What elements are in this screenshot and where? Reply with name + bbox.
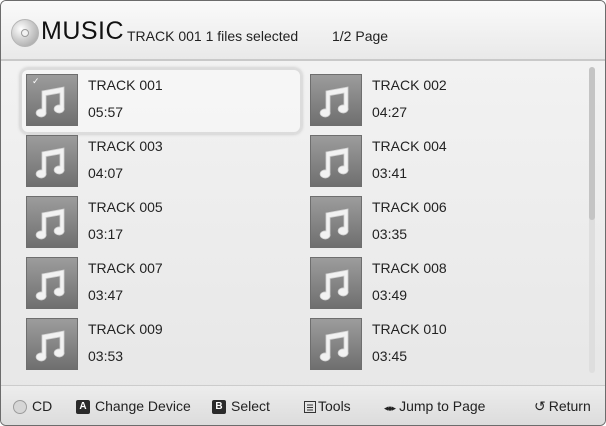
jump-to-page-button[interactable]: ◂◂▸▸ Jump to Page <box>384 398 485 414</box>
music-note-icon: ✓ <box>26 74 78 126</box>
header-bar: MUSIC TRACK 001 1 files selected 1/2 Pag… <box>1 1 605 59</box>
music-note-icon <box>310 196 362 248</box>
scrollbar-thumb[interactable] <box>589 67 595 220</box>
music-browser-screen: MUSIC TRACK 001 1 files selected 1/2 Pag… <box>0 0 606 426</box>
page-indicator: 1/2 Page <box>332 28 389 44</box>
track-duration: 04:27 <box>372 104 408 120</box>
music-note-icon <box>26 135 78 187</box>
track-name: TRACK 009 <box>88 321 163 337</box>
track-item[interactable]: TRACK 009 03:53 <box>26 318 294 376</box>
selection-status: TRACK 001 1 files selected <box>127 28 299 44</box>
track-item[interactable]: ✓ TRACK 001 05:57 <box>20 68 302 134</box>
select-button[interactable]: B Select <box>212 398 270 415</box>
track-item[interactable]: TRACK 003 04:07 <box>26 135 294 193</box>
tools-label: Tools <box>318 398 351 414</box>
tools-button[interactable]: Tools <box>304 398 351 414</box>
cd-label[interactable]: CD <box>32 398 52 414</box>
cd-icon <box>13 400 27 414</box>
b-key-icon: B <box>212 400 226 415</box>
track-duration: 03:49 <box>372 287 408 303</box>
track-item[interactable]: TRACK 008 03:49 <box>310 257 578 315</box>
music-note-icon <box>310 135 362 187</box>
track-duration: 03:53 <box>88 348 124 364</box>
track-duration: 03:45 <box>372 348 408 364</box>
a-key-icon: A <box>76 400 90 415</box>
scrollbar[interactable] <box>589 67 595 373</box>
track-duration: 04:07 <box>88 165 124 181</box>
music-note-icon <box>26 257 78 309</box>
jump-label: Jump to Page <box>399 398 486 414</box>
track-name: TRACK 006 <box>372 199 447 215</box>
change-device-label: Change Device <box>95 398 191 414</box>
track-item[interactable]: TRACK 005 03:17 <box>26 196 294 254</box>
return-button[interactable]: ↺ Return <box>534 398 591 414</box>
page-title: MUSIC <box>41 17 125 45</box>
track-item[interactable]: TRACK 007 03:47 <box>26 257 294 315</box>
footer-bar: CD A Change Device B Select Tools ◂◂▸▸ Jump… <box>1 386 605 425</box>
music-note-icon <box>310 318 362 370</box>
disc-icon <box>11 19 39 47</box>
music-note-icon <box>26 196 78 248</box>
return-icon: ↺ <box>534 398 546 414</box>
check-icon: ✓ <box>32 76 40 86</box>
track-item[interactable]: TRACK 006 03:35 <box>310 196 578 254</box>
tools-icon <box>304 401 316 414</box>
track-name: TRACK 010 <box>372 321 447 337</box>
track-item[interactable]: TRACK 002 04:27 <box>310 74 578 132</box>
return-label: Return <box>548 398 591 414</box>
track-name: TRACK 007 <box>88 260 163 276</box>
track-duration: 03:17 <box>88 226 124 242</box>
header-divider <box>1 59 605 61</box>
track-name: TRACK 005 <box>88 199 163 215</box>
change-device-button[interactable]: A Change Device <box>76 398 191 415</box>
track-duration: 05:57 <box>88 104 124 120</box>
track-duration: 03:35 <box>372 226 408 242</box>
track-name: TRACK 004 <box>372 138 447 154</box>
track-name: TRACK 002 <box>372 77 447 93</box>
jump-icon: ◂◂▸▸ <box>384 403 396 413</box>
music-note-icon <box>310 74 362 126</box>
track-item[interactable]: TRACK 010 03:45 <box>310 318 578 376</box>
track-duration: 03:41 <box>372 165 408 181</box>
music-note-icon <box>310 257 362 309</box>
track-name: TRACK 003 <box>88 138 163 154</box>
select-label: Select <box>231 398 270 414</box>
track-duration: 03:47 <box>88 287 124 303</box>
music-note-icon <box>26 318 78 370</box>
track-name: TRACK 008 <box>372 260 447 276</box>
track-name: TRACK 001 <box>88 77 163 93</box>
track-item[interactable]: TRACK 004 03:41 <box>310 135 578 193</box>
